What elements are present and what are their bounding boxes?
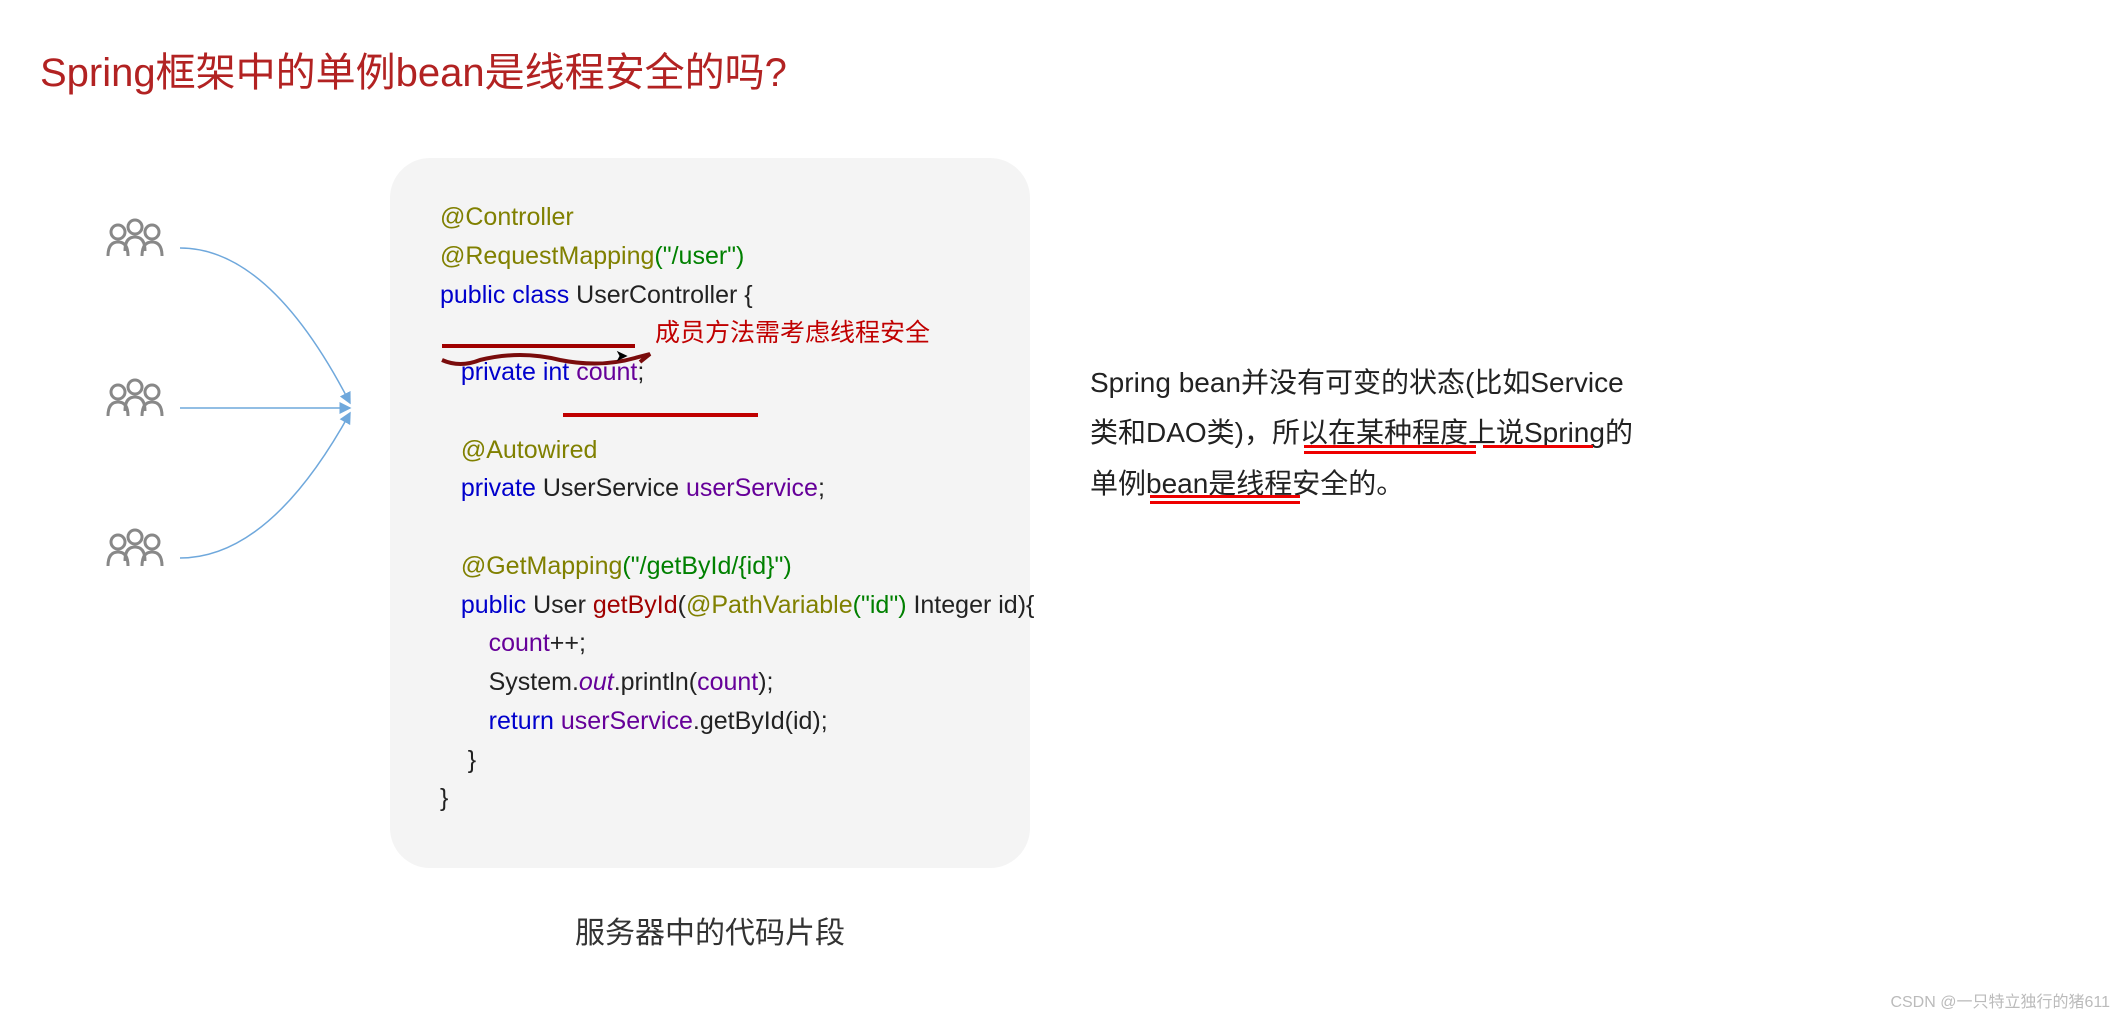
out-field: out bbox=[579, 668, 614, 696]
type-userservice: UserService bbox=[536, 474, 686, 502]
var-count-inc: count bbox=[489, 629, 550, 657]
method-name: getById bbox=[593, 591, 678, 619]
annotation-pathvariable: @PathVariable bbox=[686, 591, 853, 619]
code-snippet: @Controller @RequestMapping("/user") pub… bbox=[440, 198, 980, 818]
explanation-paragraph: Spring bean并没有可变的状态(比如Service类和DAO类)，所以在… bbox=[1090, 358, 1650, 509]
underline-thread-safe-2 bbox=[1150, 501, 1300, 504]
println-count: count bbox=[697, 668, 758, 696]
users-icon-1 bbox=[100, 218, 170, 268]
getmapping-path: ("/getById/{id}") bbox=[622, 552, 791, 580]
arrows-icon bbox=[170, 178, 370, 618]
watermark: CSDN @一只特立独行的猪611 bbox=[1890, 988, 2110, 1012]
field-userservice: userService bbox=[686, 474, 818, 502]
main-content: @Controller @RequestMapping("/user") pub… bbox=[40, 158, 2082, 868]
annotation-autowired: @Autowired bbox=[461, 436, 598, 464]
annotation-requestmapping: @RequestMapping bbox=[440, 242, 654, 270]
underline-degree-2 bbox=[1304, 451, 1476, 454]
semicolon-2: ; bbox=[818, 474, 825, 502]
println-open: .println( bbox=[614, 668, 697, 696]
underline-thread-safe bbox=[1150, 495, 1300, 498]
param-integer-id: Integer id){ bbox=[907, 591, 1035, 619]
users-icon-3 bbox=[100, 528, 170, 578]
annotation-controller: @Controller bbox=[440, 203, 574, 231]
annotation-getmapping: @GetMapping bbox=[461, 552, 623, 580]
underline-singleton bbox=[1483, 445, 1593, 448]
red-note-thread-safety: 成员方法需考虑线程安全 bbox=[655, 313, 930, 349]
users-column bbox=[40, 158, 240, 638]
call-getbyid: .getById(id); bbox=[693, 707, 828, 735]
code-caption: 服务器中的代码片段 bbox=[390, 908, 1030, 952]
pathvariable-arg: ("id") bbox=[853, 591, 907, 619]
kw-public: public bbox=[461, 591, 526, 619]
kw-private-2: private bbox=[461, 474, 536, 502]
brace-close-1: } bbox=[440, 746, 476, 774]
system-out: System. bbox=[489, 668, 579, 696]
kw-return: return bbox=[489, 707, 554, 735]
page-title: Spring框架中的单例bean是线程安全的吗? bbox=[40, 40, 2082, 98]
brace-close-2: } bbox=[440, 784, 448, 812]
type-user: User bbox=[526, 591, 593, 619]
users-icon-2 bbox=[100, 378, 170, 428]
count-inc-rest: ++; bbox=[550, 629, 586, 657]
code-box: @Controller @RequestMapping("/user") pub… bbox=[390, 158, 1030, 868]
println-close: ); bbox=[758, 668, 773, 696]
paragraph-text: Spring bean并没有可变的状态(比如Service类和DAO类)，所以在… bbox=[1090, 367, 1633, 499]
red-underline-userservice bbox=[563, 413, 758, 417]
underline-degree bbox=[1304, 445, 1476, 448]
requestmapping-path: ("/user") bbox=[654, 242, 744, 270]
class-name: UserController { bbox=[569, 281, 752, 309]
var-userservice: userService bbox=[554, 707, 693, 735]
mouse-cursor-icon: ➤ bbox=[615, 346, 628, 366]
kw-public-class: public class bbox=[440, 281, 569, 309]
